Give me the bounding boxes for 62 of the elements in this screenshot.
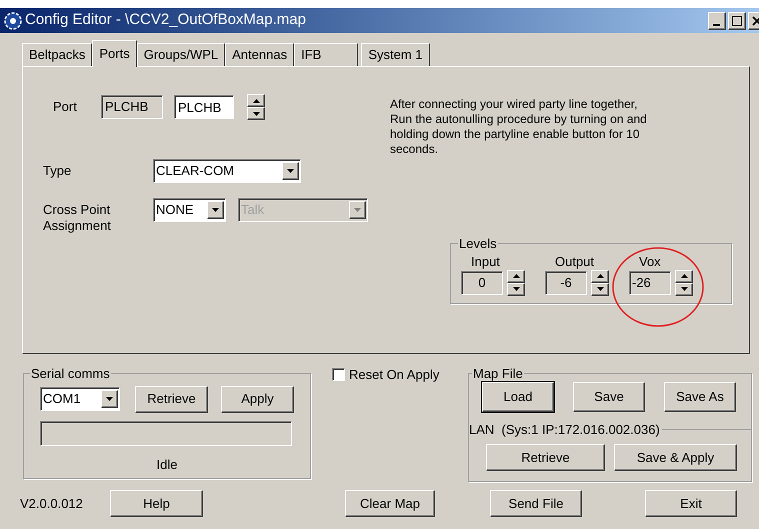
port-label: Port bbox=[52, 98, 78, 116]
levels-title: Levels bbox=[458, 235, 498, 253]
port-field[interactable]: PLCHB bbox=[174, 95, 234, 119]
down-arrow-icon bbox=[680, 287, 688, 291]
spin-button[interactable] bbox=[247, 94, 265, 120]
dropdown[interactable]: NONE bbox=[153, 198, 226, 222]
minimize-icon bbox=[712, 24, 720, 26]
checkbox[interactable] bbox=[332, 368, 345, 382]
maximize-icon bbox=[732, 16, 742, 26]
push-button[interactable]: Retrieve bbox=[486, 444, 605, 471]
minimize-button[interactable] bbox=[708, 12, 726, 30]
level-label: Input bbox=[470, 252, 501, 270]
down-arrow-icon bbox=[252, 112, 260, 116]
spin-button[interactable] bbox=[507, 270, 525, 296]
close-icon bbox=[752, 16, 759, 26]
version-text: V2.0.0.012 bbox=[20, 494, 84, 513]
tab[interactable]: Groups/WPL bbox=[136, 43, 226, 66]
push-button[interactable]: Send File bbox=[490, 490, 582, 517]
type-label: Type bbox=[43, 162, 72, 180]
dropdown[interactable]: CLEAR-COM bbox=[153, 159, 301, 183]
level-label: Output bbox=[554, 252, 596, 270]
reset-on-apply-label: Reset On Apply bbox=[349, 366, 440, 384]
down-arrow-icon bbox=[212, 208, 219, 212]
push-button[interactable]: Retrieve bbox=[135, 386, 208, 412]
spin-button[interactable] bbox=[591, 270, 609, 296]
serial-comms-title: Serial comms bbox=[30, 365, 111, 383]
level-field[interactable]: -26 bbox=[629, 270, 671, 294]
push-button[interactable]: Clear Map bbox=[345, 490, 435, 517]
up-arrow-icon bbox=[252, 98, 260, 102]
port-readonly-field: PLCHB bbox=[101, 95, 163, 119]
down-arrow-icon bbox=[512, 287, 520, 291]
level-field[interactable]: -6 bbox=[545, 270, 587, 294]
tab[interactable]: Ports bbox=[92, 40, 137, 67]
push-button[interactable]: Save & Apply bbox=[614, 444, 737, 471]
up-arrow-icon bbox=[680, 274, 688, 278]
down-arrow-icon bbox=[354, 208, 361, 212]
push-button[interactable]: Load bbox=[482, 382, 554, 412]
tab[interactable]: Antennas bbox=[225, 43, 294, 66]
push-button[interactable]: Save As bbox=[664, 382, 736, 412]
level-label: Vox bbox=[638, 252, 662, 270]
map-file-title: Map File bbox=[472, 365, 524, 383]
dropdown[interactable]: COM1 bbox=[40, 387, 120, 411]
push-button[interactable]: Exit bbox=[645, 490, 737, 517]
instructions-text: After connecting your wired party line together, Run the autonulling procedure by turning on and holding down the partyline enable button for 10 seconds. bbox=[390, 97, 648, 157]
push-button[interactable]: Apply bbox=[221, 386, 294, 412]
push-button[interactable]: Help bbox=[110, 490, 203, 517]
lan-title: LAN (Sys:1 IP:172.016.002.036) bbox=[469, 420, 660, 439]
down-arrow-icon bbox=[287, 169, 294, 173]
spin-button[interactable] bbox=[675, 270, 693, 296]
level-field[interactable]: 0 bbox=[461, 270, 503, 294]
down-arrow-icon bbox=[106, 397, 113, 401]
maximize-button[interactable] bbox=[728, 12, 746, 30]
app-logo-icon bbox=[4, 12, 22, 30]
up-arrow-icon bbox=[596, 274, 604, 278]
up-arrow-icon bbox=[512, 274, 520, 278]
cross-point-label: Cross Point Assignment bbox=[43, 201, 112, 234]
down-arrow-icon bbox=[596, 287, 604, 291]
status-text: Idle bbox=[156, 456, 178, 474]
window-title: Config Editor - \CCV2_OutOfBoxMap.map bbox=[25, 10, 307, 30]
push-button[interactable]: Save bbox=[573, 382, 645, 412]
tab[interactable]: IFB bbox=[294, 43, 358, 66]
tab[interactable]: System 1 bbox=[361, 43, 430, 66]
